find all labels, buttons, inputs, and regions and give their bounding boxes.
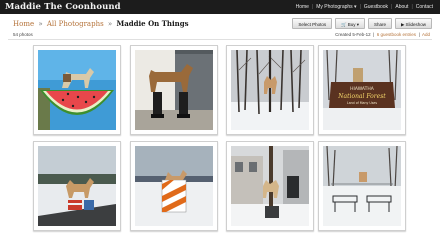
guestbook-entries-link[interactable]: 6 guestbook entries: [377, 32, 416, 37]
buy-label: Buy ▾: [347, 22, 359, 27]
breadcrumb-home[interactable]: Home: [13, 20, 34, 28]
photo-count: 54 photos: [13, 32, 33, 37]
nav-about[interactable]: About: [392, 4, 411, 10]
nav-home[interactable]: Home: [293, 4, 312, 10]
add-entry-link[interactable]: Add: [422, 32, 430, 37]
share-label: Share: [374, 22, 387, 27]
photo-thumbnail-watermelon[interactable]: [33, 45, 121, 135]
photo-thumbnail-snowy-woods[interactable]: [226, 45, 314, 135]
gallery-meta: Created 5-Feb-12 | 6 guestbook entries |…: [335, 32, 430, 37]
photo-park-benches: [323, 146, 401, 226]
photo-thumbnail-rain-boots[interactable]: [130, 45, 218, 135]
photo-house-post: [231, 146, 309, 226]
sign-line-2: National Forest: [337, 93, 386, 100]
share-button[interactable]: Share: [368, 18, 393, 29]
photo-snowy-woods: [231, 50, 309, 130]
nav-guestbook[interactable]: Guestbook: [361, 4, 391, 10]
nav-my-photographs[interactable]: My Photographs ▾: [313, 4, 359, 10]
photo-striped-barricade: [135, 146, 213, 226]
gallery-toolbar: Select Photos 🛒Buy ▾ Share ▶Slideshow: [292, 18, 432, 29]
sign-line-1: HIAWATHA: [350, 86, 375, 92]
sign-line-3: Land of Many Uses: [347, 101, 377, 105]
slideshow-button[interactable]: ▶Slideshow: [395, 18, 432, 29]
photo-watermelon: [38, 50, 116, 130]
top-nav: Home | My Photographs ▾ | Guestbook | Ab…: [293, 0, 436, 14]
cart-icon: 🛒: [341, 22, 347, 27]
photo-rain-boots: [135, 50, 213, 130]
photo-thumbnail-house-post[interactable]: [226, 141, 314, 231]
breadcrumb-separator: »: [107, 20, 113, 28]
select-photos-label: Select Photos: [298, 22, 327, 27]
created-date: Created 5-Feb-12: [335, 32, 371, 37]
page-title: Maddie On Things: [116, 19, 189, 28]
play-icon: ▶: [401, 22, 405, 27]
breadcrumb-separator: »: [38, 20, 43, 28]
nav-contact[interactable]: Contact: [413, 4, 436, 10]
select-photos-button[interactable]: Select Photos: [292, 18, 333, 29]
photo-road-barrels: [38, 146, 116, 226]
breadcrumb: Home » All Photographs » Maddie On Thing…: [13, 19, 189, 28]
photo-thumbnail-striped-barricade[interactable]: [130, 141, 218, 231]
photo-thumbnail-road-barrels[interactable]: [33, 141, 121, 231]
photo-thumbnail-park-benches[interactable]: [318, 141, 406, 231]
slideshow-label: Slideshow: [405, 22, 426, 27]
buy-button[interactable]: 🛒Buy ▾: [335, 18, 365, 29]
breadcrumb-all-photographs[interactable]: All Photographs: [47, 20, 104, 28]
photo-thumbnail-hiawatha-sign[interactable]: HIAWATHA National Forest Land of Many Us…: [318, 45, 406, 135]
photo-hiawatha-sign: HIAWATHA National Forest Land of Many Us…: [323, 50, 401, 130]
top-bar: Maddie The Coonhound Home | My Photograp…: [0, 0, 440, 14]
divider: [8, 39, 432, 40]
site-title[interactable]: Maddie The Coonhound: [5, 0, 121, 14]
